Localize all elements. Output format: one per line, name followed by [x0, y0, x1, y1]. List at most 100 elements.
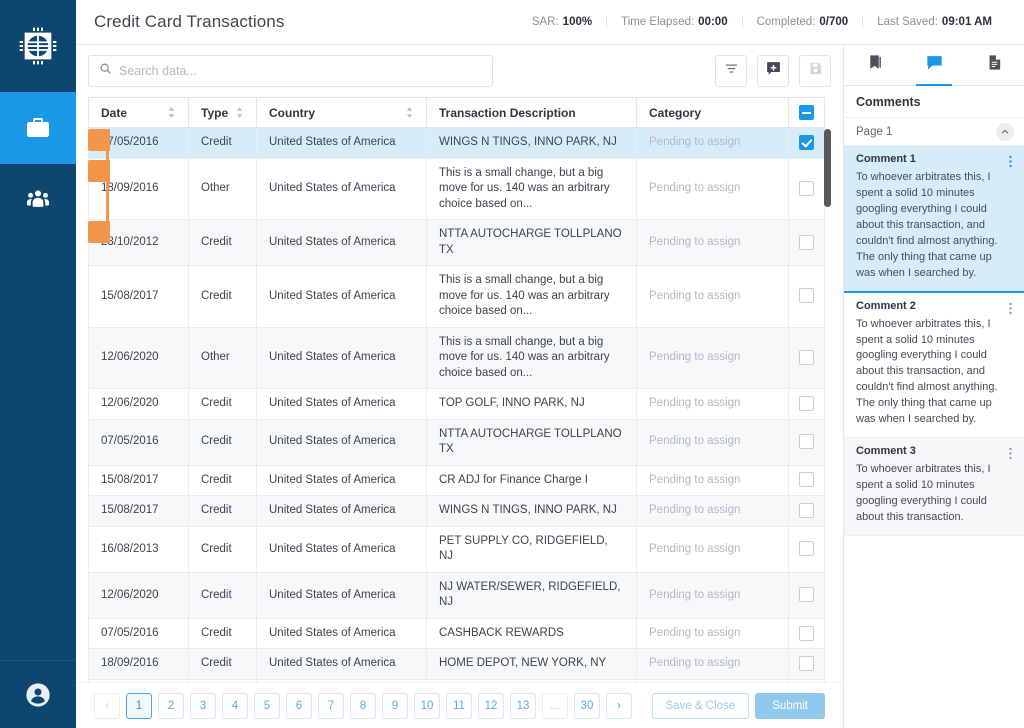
- comment-item[interactable]: Comment 3To whoever arbitrates this, I s…: [844, 438, 1024, 536]
- pagination-next[interactable]: ›: [606, 693, 632, 719]
- table-row[interactable]: 16/08/2013CreditUnited States of America…: [89, 526, 825, 572]
- tab-document[interactable]: [964, 45, 1024, 85]
- table-row[interactable]: 07/05/2016CreditUnited States of America…: [89, 419, 825, 465]
- column-header-country[interactable]: Country: [257, 98, 427, 128]
- pagination-page-6[interactable]: 6: [286, 693, 312, 719]
- row-checkbox[interactable]: [799, 587, 814, 602]
- table-row[interactable]: 15/08/2017CreditUnited States of America…: [89, 266, 825, 328]
- tab-bookmarks[interactable]: [844, 45, 904, 85]
- row-checkbox[interactable]: [799, 626, 814, 641]
- row-checkbox[interactable]: [799, 350, 814, 365]
- pagination-page-4[interactable]: 4: [222, 693, 248, 719]
- row-checkbox[interactable]: [799, 288, 814, 303]
- table-row[interactable]: 12/06/2020CreditUnited States of America…: [89, 389, 825, 420]
- cell-select[interactable]: [789, 679, 825, 682]
- column-header-select-all[interactable]: [789, 98, 825, 128]
- table-row[interactable]: 07/05/2016CreditUnited States of America…: [89, 679, 825, 682]
- table-row[interactable]: 28/10/2012CreditUnited States of America…: [89, 220, 825, 266]
- cell-country: United States of America: [257, 220, 427, 266]
- select-all-checkbox[interactable]: [799, 105, 814, 120]
- body-split: Date: [76, 45, 1024, 728]
- column-header-date[interactable]: Date: [89, 98, 189, 128]
- cell-select[interactable]: [789, 496, 825, 527]
- row-checkbox[interactable]: [799, 434, 814, 449]
- comments-list: Comment 1To whoever arbitrates this, I s…: [844, 146, 1024, 728]
- filter-button[interactable]: [715, 55, 747, 87]
- table-scrollbar-thumb[interactable]: [824, 129, 831, 207]
- sidebar-item-briefcase[interactable]: [0, 92, 76, 164]
- pagination-page-3[interactable]: 3: [190, 693, 216, 719]
- cell-select[interactable]: [789, 220, 825, 266]
- cell-select[interactable]: [789, 266, 825, 328]
- add-comment-button[interactable]: [757, 55, 789, 87]
- table-row[interactable]: 07/05/2016CreditUnited States of America…: [89, 618, 825, 649]
- sidebar-account[interactable]: [0, 660, 76, 728]
- more-vertical-icon[interactable]: [1009, 153, 1012, 168]
- column-header-transaction-description[interactable]: Transaction Description: [427, 98, 637, 128]
- search-box[interactable]: [88, 55, 493, 87]
- cell-select[interactable]: [789, 128, 825, 159]
- cell-country: United States of America: [257, 572, 427, 618]
- search-input[interactable]: [119, 64, 482, 78]
- table-row[interactable]: 18/09/2016CreditUnited States of America…: [89, 649, 825, 680]
- pagination-page-1[interactable]: 1: [126, 693, 152, 719]
- cell-select[interactable]: [789, 526, 825, 572]
- table-row[interactable]: 12/06/2020OtherUnited States of AmericaT…: [89, 327, 825, 389]
- save-and-close-button[interactable]: Save & Close: [652, 693, 750, 719]
- cell-date: 07/05/2016: [89, 618, 189, 649]
- chevron-up-icon[interactable]: [996, 123, 1014, 141]
- cell-select[interactable]: [789, 389, 825, 420]
- cell-select[interactable]: [789, 618, 825, 649]
- pagination-page-10[interactable]: 10: [414, 693, 440, 719]
- table-row[interactable]: 18/09/2016OtherUnited States of AmericaT…: [89, 158, 825, 220]
- cell-select[interactable]: [789, 649, 825, 680]
- row-checkbox[interactable]: [799, 541, 814, 556]
- comments-page-group[interactable]: Page 1: [844, 118, 1024, 146]
- cell-select[interactable]: [789, 465, 825, 496]
- cell-select[interactable]: [789, 327, 825, 389]
- row-checkbox[interactable]: [799, 396, 814, 411]
- sidebar-item-people[interactable]: [0, 164, 76, 236]
- comment-item[interactable]: Comment 1To whoever arbitrates this, I s…: [844, 146, 1024, 293]
- row-checkbox[interactable]: [799, 503, 814, 518]
- table-row[interactable]: 12/06/2020CreditUnited States of America…: [89, 572, 825, 618]
- sort-icon[interactable]: [167, 106, 176, 119]
- table-scrollbar[interactable]: [824, 129, 831, 682]
- table-row[interactable]: 07/05/2016CreditUnited States of America…: [89, 128, 825, 159]
- cell-select[interactable]: [789, 572, 825, 618]
- row-checkbox[interactable]: [799, 181, 814, 196]
- comment-item[interactable]: Comment 2To whoever arbitrates this, I s…: [844, 293, 1024, 439]
- tab-comments[interactable]: [904, 45, 964, 85]
- pagination-page-8[interactable]: 8: [350, 693, 376, 719]
- search-icon: [99, 62, 112, 80]
- pagination-page-7[interactable]: 7: [318, 693, 344, 719]
- pagination-page-30[interactable]: 30: [574, 693, 600, 719]
- pagination-page-13[interactable]: 13: [510, 693, 536, 719]
- submit-button[interactable]: Submit: [755, 693, 825, 719]
- cell-category: Pending to assign: [637, 128, 789, 159]
- cell-country: United States of America: [257, 419, 427, 465]
- sort-icon[interactable]: [235, 106, 244, 119]
- cell-select[interactable]: [789, 419, 825, 465]
- header-stats: SAR: 100% Time Elapsed: 00:00 Completed:…: [518, 16, 1006, 28]
- row-checkbox[interactable]: [799, 472, 814, 487]
- row-checkbox[interactable]: [799, 235, 814, 250]
- pagination-page-2[interactable]: 2: [158, 693, 184, 719]
- column-header-category[interactable]: Category: [637, 98, 789, 128]
- pagination-prev[interactable]: ‹: [94, 693, 120, 719]
- pagination-page-5[interactable]: 5: [254, 693, 280, 719]
- cell-select[interactable]: [789, 158, 825, 220]
- pagination-page-9[interactable]: 9: [382, 693, 408, 719]
- pagination-page-11[interactable]: 11: [446, 693, 472, 719]
- column-header-type[interactable]: Type: [189, 98, 257, 128]
- cell-date: 18/09/2016: [89, 649, 189, 680]
- more-vertical-icon[interactable]: [1009, 445, 1012, 460]
- table-row[interactable]: 15/08/2017CreditUnited States of America…: [89, 496, 825, 527]
- app-logo[interactable]: [0, 0, 76, 92]
- row-checkbox[interactable]: [799, 135, 814, 150]
- pagination-page-12[interactable]: 12: [478, 693, 504, 719]
- table-row[interactable]: 15/08/2017CreditUnited States of America…: [89, 465, 825, 496]
- sort-icon[interactable]: [405, 106, 414, 119]
- row-checkbox[interactable]: [799, 656, 814, 671]
- more-vertical-icon[interactable]: [1009, 300, 1012, 315]
